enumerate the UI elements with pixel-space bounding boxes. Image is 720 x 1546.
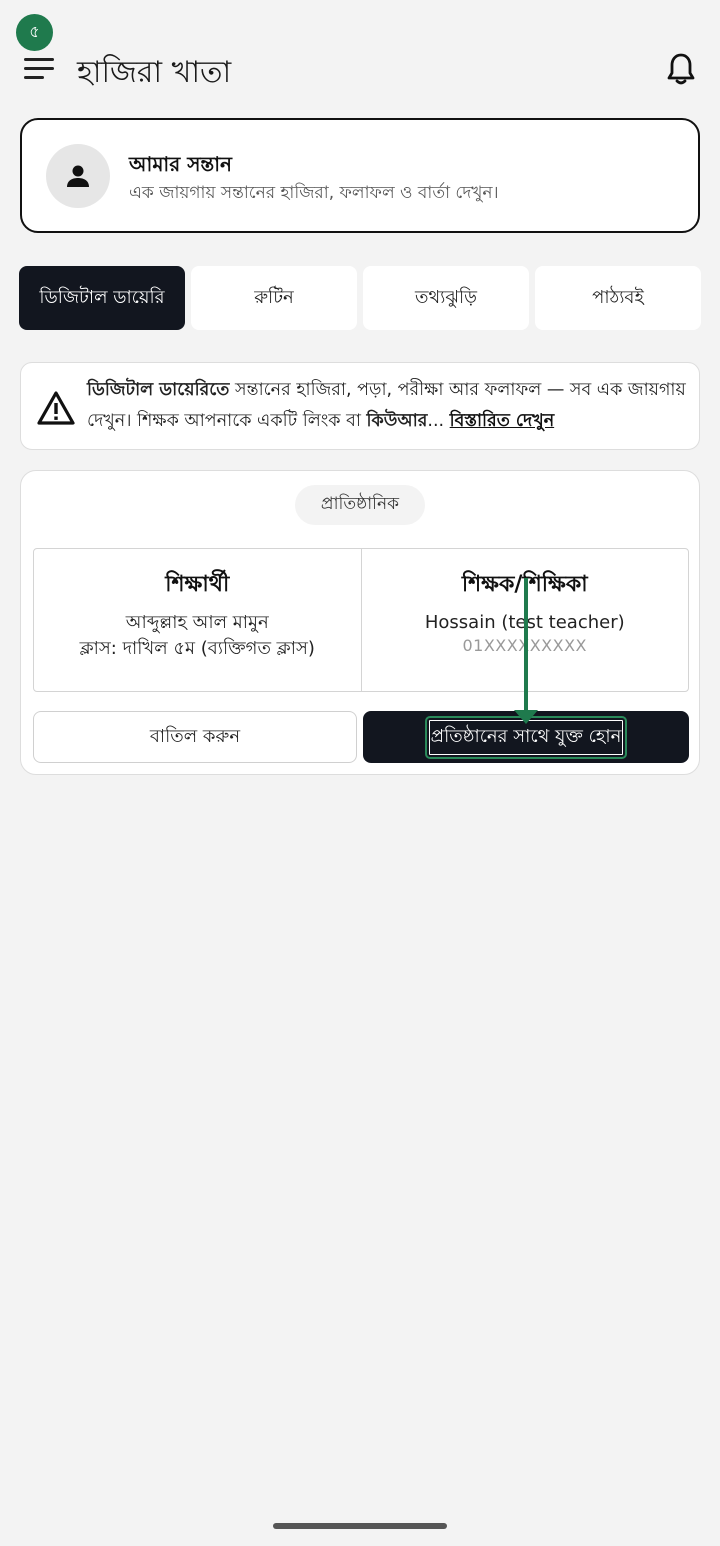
cancel-button[interactable]: বাতিল করুন [33, 711, 357, 763]
my-child-card[interactable]: আমার সন্তান এক জায়গায় সন্তানের হাজিরা,… [20, 118, 700, 233]
warning-icon [37, 391, 75, 425]
feature-tabs: ডিজিটাল ডায়েরি রুটিন তথ্যঝুড়ি পাঠ্যবই [19, 266, 701, 330]
tab-digital-diary[interactable]: ডিজিটাল ডায়েরি [19, 266, 185, 330]
see-details-link[interactable]: বিস্তারিত দেখুন [450, 411, 555, 431]
avatar [46, 144, 110, 208]
info-bold-lead: ডিজিটাল ডায়েরিতে [87, 380, 230, 400]
hamburger-menu-icon[interactable] [24, 58, 54, 80]
connection-request-card: প্রাতিষ্ঠানিক শিক্ষার্থী আব্দুল্লাহ আল ম… [20, 470, 700, 775]
bell-icon[interactable] [666, 52, 696, 86]
request-type-pill: প্রাতিষ্ঠানিক [295, 485, 425, 525]
tab-info-basket[interactable]: তথ্যঝুড়ি [363, 266, 529, 330]
step-number-badge: ৫ [16, 14, 53, 51]
tab-textbook[interactable]: পাঠ্যবই [535, 266, 701, 330]
info-notice: ডিজিটাল ডায়েরিতে সন্তানের হাজিরা, পড়া,… [20, 362, 700, 450]
person-icon [67, 165, 89, 187]
info-ellipsis: ... [427, 411, 450, 431]
student-column: শিক্ষার্থী আব্দুল্লাহ আল মামুন ক্লাস: দা… [34, 549, 361, 691]
info-bold-qr: কিউআর [366, 411, 428, 431]
pointer-arrow-icon [514, 578, 538, 724]
home-indicator[interactable] [273, 1523, 447, 1529]
app-title: হাজিরা খাতা [77, 55, 232, 90]
info-text: ডিজিটাল ডায়েরিতে সন্তানের হাজিরা, পড়া,… [87, 375, 691, 437]
student-heading: শিক্ষার্থী [165, 572, 230, 597]
student-name: আব্দুল্লাহ আল মামুন [125, 612, 269, 633]
app-header: হাজিরা খাতা [0, 36, 720, 100]
child-card-title: আমার সন্তান [129, 152, 232, 176]
parties-table: শিক্ষার্থী আব্দুল্লাহ আল মামুন ক্লাস: দা… [33, 548, 689, 692]
tab-routine[interactable]: রুটিন [191, 266, 357, 330]
child-card-subtitle: এক জায়গায় সন্তানের হাজিরা, ফলাফল ও বার… [129, 183, 499, 203]
student-class: ক্লাস: দাখিল ৫ম (ব্যক্তিগত ক্লাস) [79, 638, 315, 659]
